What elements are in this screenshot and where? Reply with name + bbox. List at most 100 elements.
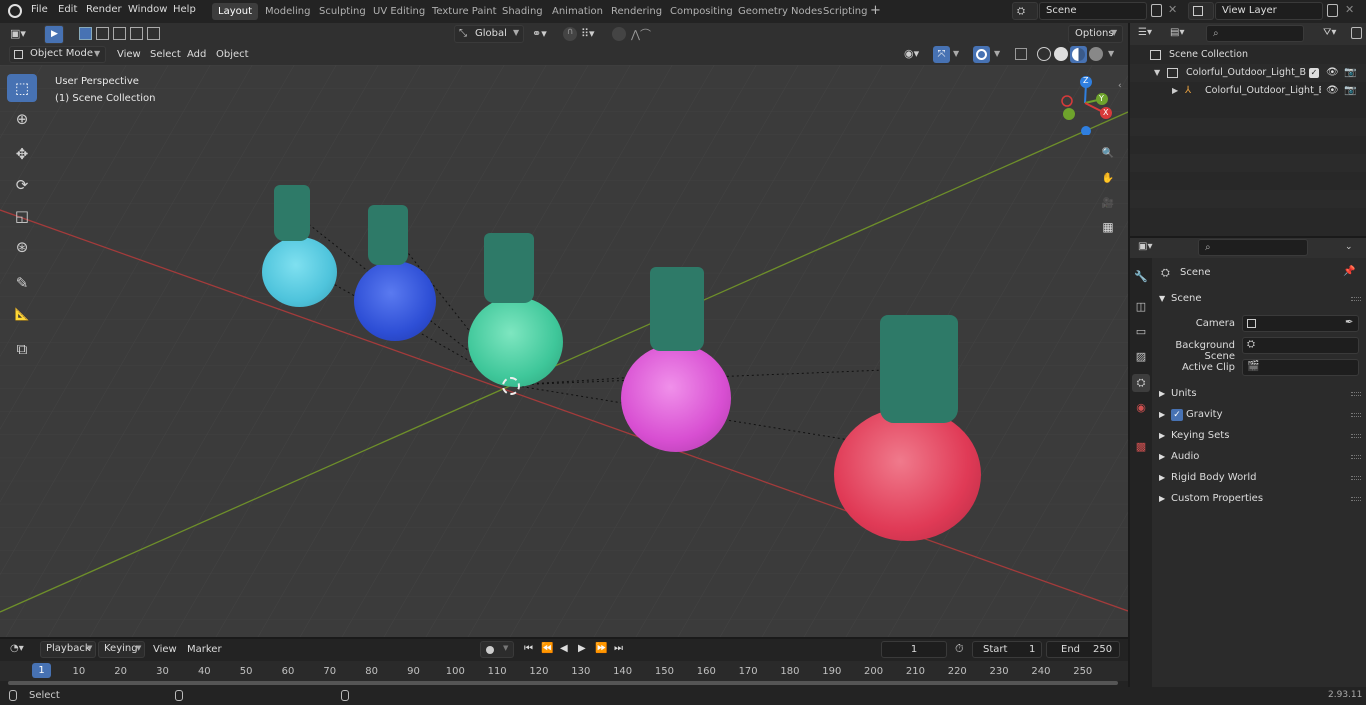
menu-file[interactable]: File [31, 4, 48, 15]
scene-selector-button[interactable]: ⛭ [1012, 2, 1038, 20]
panel-rigid-body-world[interactable]: ▶ Rigid Body World [1155, 468, 1363, 488]
tab-view-layer[interactable]: ▨ [1132, 348, 1150, 366]
filter-icon[interactable]: ⛛▾ [1323, 27, 1336, 38]
expand-chevron-icon[interactable]: ▶ [1172, 82, 1178, 100]
tab-texture-paint[interactable]: Texture Paint [426, 3, 503, 20]
timeline-editor-icon[interactable]: ◔▾ [10, 643, 24, 654]
material-shading-icon[interactable] [1070, 46, 1087, 63]
camera-render-icon[interactable]: 📷 [1344, 64, 1356, 82]
playhead-marker[interactable]: 1 [32, 663, 51, 678]
display-mode-icon[interactable]: ▤▾ [1170, 27, 1184, 38]
menu-edit[interactable]: Edit [58, 4, 77, 15]
rendered-shading-icon[interactable] [1089, 47, 1103, 61]
close-icon[interactable]: ✕ [1168, 3, 1177, 16]
red-bulb[interactable] [834, 408, 981, 541]
green-bulb[interactable] [468, 297, 563, 387]
outliner-row-collection[interactable]: ▼ Colorful_Outdoor_Light_Bulbs ✓ 👁 📷 [1130, 64, 1366, 82]
menu-add[interactable]: Add [187, 49, 206, 60]
visibility-filter-icon[interactable]: ◉▾ [904, 47, 919, 60]
jump-keyframe-back-icon[interactable]: ⏪ [541, 643, 553, 654]
background-scene-field[interactable]: ⛭ [1242, 337, 1359, 354]
stopwatch-icon[interactable]: ⏱ [955, 642, 964, 656]
object-mode-dropdown[interactable]: Object Mode ▼ [9, 46, 106, 63]
editor-type-button[interactable]: ▣▾ [8, 26, 36, 43]
new-collection-icon[interactable] [1351, 27, 1362, 39]
jump-keyframe-forward-icon[interactable]: ⏩ [595, 643, 607, 654]
magenta-bulb-socket[interactable] [650, 267, 704, 351]
snap-target-icon[interactable]: ⠿▾ [581, 27, 595, 40]
add-cube-tool[interactable]: ⧉ [7, 335, 37, 363]
solid-shading-icon[interactable] [1054, 47, 1068, 61]
outliner-row-scene-collection[interactable]: Scene Collection [1130, 46, 1366, 64]
3d-cursor[interactable] [502, 377, 520, 395]
view-layer-selector-button[interactable] [1188, 2, 1214, 20]
timeline-menu-view[interactable]: View [153, 644, 177, 655]
jump-start-icon[interactable]: ⏮ [524, 643, 533, 654]
zoom-button[interactable]: 🔍 [1097, 141, 1119, 163]
panel-keying-sets[interactable]: ▶ Keying Sets [1155, 426, 1363, 446]
vertical-divider[interactable] [1128, 23, 1130, 687]
camera-field[interactable]: ✒ [1242, 315, 1359, 332]
select-box-tool[interactable]: ⬚ [7, 74, 37, 102]
tab-uv-editing[interactable]: UV Editing [367, 3, 431, 20]
measure-tool[interactable]: 📐 [7, 300, 37, 328]
wireframe-shading-icon[interactable] [1037, 47, 1051, 61]
timeline-menu-marker[interactable]: Marker [187, 644, 222, 655]
transform-orientation-dropdown[interactable]: ⤡ Global ▼ [454, 25, 524, 43]
drag-handle-icon[interactable] [1351, 392, 1361, 396]
keying-dropdown[interactable]: Keying ▼ [98, 641, 145, 658]
properties-editor-icon[interactable]: ▣▾ [1138, 241, 1152, 252]
options-dropdown[interactable]: Options ▼ [1068, 25, 1123, 43]
jump-end-icon[interactable]: ⏭ [614, 643, 623, 654]
tab-compositing[interactable]: Compositing [664, 3, 739, 20]
properties-search-input[interactable]: ⌕ [1198, 239, 1308, 256]
tab-scripting[interactable]: Scripting [817, 3, 873, 20]
blender-logo-icon[interactable] [8, 4, 22, 18]
cyan-bulb-socket[interactable] [274, 185, 310, 241]
tab-render[interactable]: ◫ [1132, 298, 1150, 316]
tab-scene[interactable]: ⛭ [1132, 374, 1150, 392]
3d-viewport[interactable]: User Perspective (1) Scene Collection ⬚ … [0, 65, 1128, 637]
playback-dropdown[interactable]: Playback ▼ [40, 641, 96, 658]
end-frame-field[interactable]: End 250 [1046, 641, 1120, 658]
proportional-edit-icon[interactable] [612, 27, 626, 41]
transform-tool[interactable]: ⊛ [7, 233, 37, 261]
timeline-scrollbar[interactable] [8, 681, 1118, 685]
camera-view-button[interactable]: 🎥 [1097, 191, 1119, 213]
add-workspace-button[interactable]: + [870, 3, 882, 18]
pivot-icon[interactable]: ⚭▾ [532, 27, 547, 40]
menu-window[interactable]: Window [128, 4, 167, 15]
gravity-checkbox[interactable]: ✓ [1171, 409, 1183, 421]
gizmo-dropdown-icon[interactable]: ▼ [953, 49, 959, 58]
outliner-row-object[interactable]: ▶ ⅄ Colorful_Outdoor_Light_E 👁 📷 [1130, 82, 1366, 100]
blue-bulb-socket[interactable] [368, 205, 408, 265]
menu-view[interactable]: View [117, 49, 141, 60]
current-frame-field[interactable]: 1 [881, 641, 947, 658]
eye-icon[interactable]: 👁 [1326, 64, 1339, 82]
view-layer-field[interactable]: View Layer [1215, 2, 1323, 20]
menu-select[interactable]: Select [150, 49, 181, 60]
tab-sculpting[interactable]: Sculpting [313, 3, 372, 20]
tab-world[interactable]: ◉ [1132, 399, 1150, 417]
tab-texture[interactable]: ▩ [1132, 438, 1150, 456]
select-mode-button[interactable]: ▶ [44, 25, 64, 44]
panel-custom-properties[interactable]: ▶ Custom Properties [1155, 489, 1363, 509]
annotate-tool[interactable]: ✎ [7, 269, 37, 297]
scene-name-field[interactable]: Scene [1039, 2, 1147, 20]
eye-icon[interactable]: 👁 [1326, 82, 1339, 100]
overlay-dropdown-icon[interactable]: ▼ [994, 49, 1000, 58]
start-frame-field[interactable]: Start 1 [972, 641, 1042, 658]
menu-help[interactable]: Help [173, 4, 196, 15]
chevron-down-icon[interactable]: ⌄ [1345, 242, 1353, 252]
tab-tool[interactable]: 🔧 [1132, 268, 1150, 286]
eyedropper-icon[interactable]: ✒ [1345, 317, 1353, 328]
include-checkbox-icon[interactable]: ✓ [1309, 68, 1319, 78]
select-extend-icon[interactable] [96, 27, 109, 40]
navigation-gizmo[interactable]: Z Y X [1055, 75, 1115, 136]
drag-handle-icon[interactable] [1351, 434, 1361, 438]
scene-section-header[interactable]: ▼ Scene [1155, 289, 1363, 309]
drag-handle-icon[interactable] [1351, 476, 1361, 480]
drag-handle-icon[interactable] [1351, 413, 1361, 417]
tab-geometry-nodes[interactable]: Geometry Nodes [732, 3, 828, 20]
menu-render[interactable]: Render [86, 4, 122, 15]
